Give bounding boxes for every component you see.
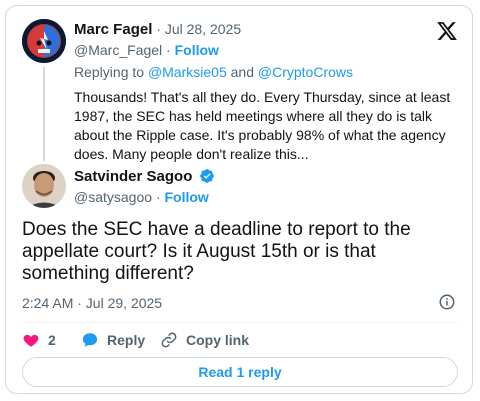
parent-header: Marc Fagel · Jul 28, 2025 <box>74 21 242 38</box>
replying-user-cryptocrows[interactable]: @CryptoCrows <box>258 64 353 80</box>
like-button[interactable]: 2 <box>22 331 56 349</box>
parent-tweet-text: Thousands! That's all they do. Every Thu… <box>74 89 451 162</box>
heart-icon <box>23 334 39 347</box>
speech-bubble-icon <box>82 333 98 347</box>
replying-user-marksie[interactable]: @Marksie05 <box>148 64 227 80</box>
verified-badge-icon <box>200 169 215 183</box>
parent-follow-link[interactable]: Follow <box>175 42 219 58</box>
skull-avatar-icon <box>22 19 66 63</box>
main-timestamp[interactable]: 2:24 AM · Jul 29, 2025 <box>22 295 162 311</box>
main-handle[interactable]: @satysagoo <box>74 189 152 205</box>
copy-link-button[interactable]: Copy link <box>160 331 249 349</box>
parent-handle[interactable]: @Marc_Fagel <box>74 42 162 58</box>
reply-label: Reply <box>107 332 146 348</box>
embedded-tweet-card: Marc Fagel · Jul 28, 2025 @Marc_Fagel · … <box>5 5 473 394</box>
thread-connector-line <box>43 67 45 161</box>
replying-to-line: Replying to @Marksie05 and @CryptoCrows <box>74 64 353 80</box>
info-icon[interactable] <box>438 293 456 311</box>
copy-link-label: Copy link <box>186 332 250 348</box>
person-avatar-icon <box>22 164 66 208</box>
link-icon <box>161 332 177 348</box>
x-logo-icon[interactable] <box>436 20 458 42</box>
read-replies-button[interactable]: Read 1 reply <box>22 357 458 387</box>
main-header: Satvinder Sagoo <box>74 168 215 185</box>
main-avatar[interactable] <box>22 164 66 208</box>
parent-avatar[interactable] <box>22 19 66 63</box>
parent-date[interactable]: Jul 28, 2025 <box>165 21 241 37</box>
main-follow-link[interactable]: Follow <box>165 189 209 205</box>
main-name[interactable]: Satvinder Sagoo <box>74 168 192 185</box>
reply-button[interactable]: Reply <box>81 331 145 349</box>
replying-prefix: Replying to <box>74 64 145 80</box>
main-handle-row: @satysagoo · Follow <box>74 189 209 205</box>
main-tweet-text: Does the SEC have a deadline to report t… <box>22 219 411 284</box>
replying-and: and <box>230 64 254 80</box>
parent-name[interactable]: Marc Fagel <box>74 21 152 38</box>
divider <box>22 322 458 323</box>
like-count: 2 <box>48 332 56 348</box>
parent-handle-row: @Marc_Fagel · Follow <box>74 42 219 58</box>
